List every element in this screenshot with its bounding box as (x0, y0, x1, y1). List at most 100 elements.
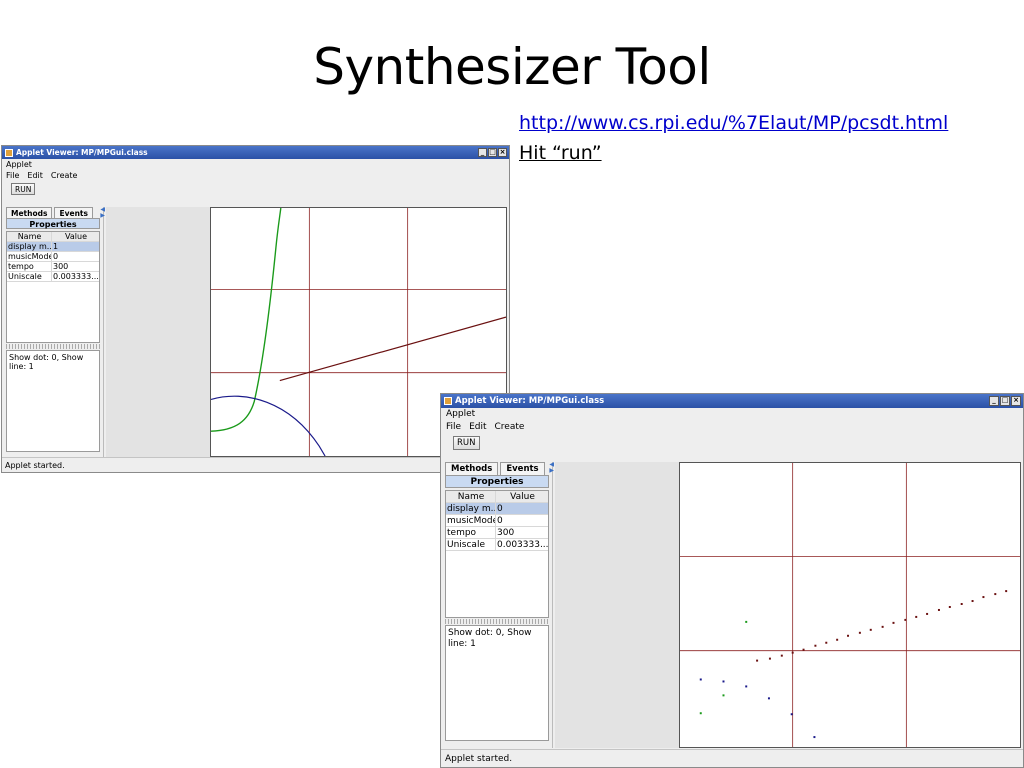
title-bar[interactable]: Applet Viewer: MP/MPGui.class _ □ × (441, 394, 1023, 408)
dot-red (994, 593, 997, 596)
left-panel: Methods Events ◀ ▶ Properties Name Value … (4, 207, 105, 457)
column-header-name[interactable]: Name (7, 232, 52, 241)
table-row[interactable]: display m... 1 (7, 242, 99, 252)
table-row[interactable]: Uniscale 0.003333... (446, 539, 548, 551)
title-bar[interactable]: Applet Viewer: MP/MPGui.class _ □ × (2, 146, 509, 159)
property-value[interactable]: 0 (496, 503, 548, 514)
menu-edit[interactable]: Edit (469, 421, 487, 434)
instruction-note: Hit “run” (519, 142, 602, 164)
tab-methods[interactable]: Methods (445, 462, 499, 475)
minimize-icon[interactable]: _ (989, 396, 999, 406)
column-header-value[interactable]: Value (496, 491, 548, 502)
table-header: Name Value (446, 491, 548, 503)
dot-red (971, 600, 974, 603)
workspace: Methods Events ◀ ▶ Properties Name Value … (2, 207, 509, 457)
run-button[interactable]: RUN (453, 436, 480, 450)
tab-events[interactable]: Events (54, 207, 93, 218)
panel-collapse-icon[interactable]: ◀ ▶ (100, 207, 105, 219)
dot-blue (790, 713, 793, 716)
blank-panel (555, 462, 679, 748)
property-value[interactable]: 1 (52, 242, 99, 251)
toolbar: RUN (2, 181, 509, 198)
dot-red (915, 615, 918, 618)
blue-curve (211, 395, 326, 456)
dot-red (1005, 590, 1008, 593)
dot-green (745, 620, 748, 623)
property-name: musicMode (447, 515, 496, 526)
property-value[interactable]: 0.003333... (496, 539, 548, 550)
dot-red (825, 641, 828, 644)
dot-green (722, 694, 725, 697)
dot-red (768, 657, 771, 660)
applet-window-1: Applet Viewer: MP/MPGui.class _ □ × Appl… (1, 145, 510, 473)
property-name: musicMode (8, 252, 52, 261)
property-value[interactable]: 300 (496, 527, 548, 538)
dot-blue (813, 736, 816, 739)
split-handle[interactable] (6, 344, 100, 349)
column-header-name[interactable]: Name (446, 491, 496, 502)
table-row[interactable]: display m... 0 (446, 503, 548, 515)
property-value[interactable]: 0.003333... (52, 272, 99, 281)
minimize-icon[interactable]: _ (478, 148, 487, 157)
table-row[interactable]: musicMode 0 (446, 515, 548, 527)
menu-edit[interactable]: Edit (27, 170, 44, 181)
properties-table: Name Value display m... 0 musicMode 0 te… (445, 490, 549, 618)
table-row[interactable]: tempo 300 (7, 262, 99, 272)
toolbar: RUN (441, 434, 1023, 453)
property-value[interactable]: 300 (52, 262, 99, 271)
menu-bar: File Edit Create (2, 170, 509, 181)
dot-red (814, 644, 817, 647)
split-handle[interactable] (445, 619, 549, 624)
applet-menu[interactable]: Applet (441, 408, 1023, 421)
tab-methods[interactable]: Methods (6, 207, 53, 218)
plot-canvas[interactable] (679, 462, 1021, 748)
menu-file[interactable]: File (6, 170, 20, 181)
menu-file[interactable]: File (446, 421, 462, 434)
tab-strip: Methods Events (4, 207, 103, 218)
dot-red (756, 659, 759, 662)
dot-blue (722, 680, 725, 683)
column-header-value[interactable]: Value (52, 232, 99, 241)
property-value[interactable]: 0 (52, 252, 99, 261)
applet-window-2: Applet Viewer: MP/MPGui.class _ □ × Appl… (440, 393, 1024, 768)
close-icon[interactable]: × (1011, 396, 1021, 406)
window-title: Applet Viewer: MP/MPGui.class (16, 148, 148, 157)
dot-red (780, 654, 783, 657)
menu-create[interactable]: Create (51, 170, 79, 181)
tab-properties[interactable]: Properties (445, 475, 549, 488)
dot-red (847, 634, 850, 637)
table-row[interactable]: Uniscale 0.003333... (7, 272, 99, 282)
dot-red (858, 631, 861, 634)
blank-panel (106, 207, 210, 457)
console-output: Show dot: 0, Show line: 1 (6, 350, 100, 452)
property-value[interactable]: 0 (496, 515, 548, 526)
property-name: tempo (446, 527, 496, 538)
table-header: Name Value (7, 232, 99, 242)
property-name: display m... (447, 503, 496, 514)
dot-red (948, 605, 951, 608)
table-row[interactable]: tempo 300 (446, 527, 548, 539)
applet-menu[interactable]: Applet (2, 159, 509, 170)
java-app-icon (5, 148, 13, 157)
menu-bar: File Edit Create (441, 421, 1023, 434)
table-row[interactable]: musicMode 0 (7, 252, 99, 262)
tab-strip: Methods Events (443, 462, 552, 475)
workspace: Methods Events ◀ ▶ Properties Name Value … (441, 462, 1023, 748)
tab-events[interactable]: Events (500, 462, 545, 475)
slide-title: Synthesizer Tool (313, 38, 711, 96)
panel-collapse-icon[interactable]: ◀ ▶ (549, 462, 554, 474)
dot-red (791, 651, 794, 654)
property-name: Uniscale (446, 539, 496, 550)
dot-red (869, 628, 872, 631)
applet-url-link[interactable]: http://www.cs.rpi.edu/%7Elaut/MP/pcsdt.h… (519, 112, 948, 134)
tab-properties[interactable]: Properties (6, 218, 100, 229)
maximize-icon[interactable]: □ (1000, 396, 1010, 406)
dot-blue (699, 678, 702, 681)
red-line (279, 316, 506, 382)
menu-create[interactable]: Create (495, 421, 526, 434)
maximize-icon[interactable]: □ (488, 148, 497, 157)
dot-red (881, 625, 884, 628)
slide: Synthesizer Tool http://www.cs.rpi.edu/%… (0, 0, 1024, 768)
run-button[interactable]: RUN (11, 183, 36, 195)
close-icon[interactable]: × (498, 148, 507, 157)
